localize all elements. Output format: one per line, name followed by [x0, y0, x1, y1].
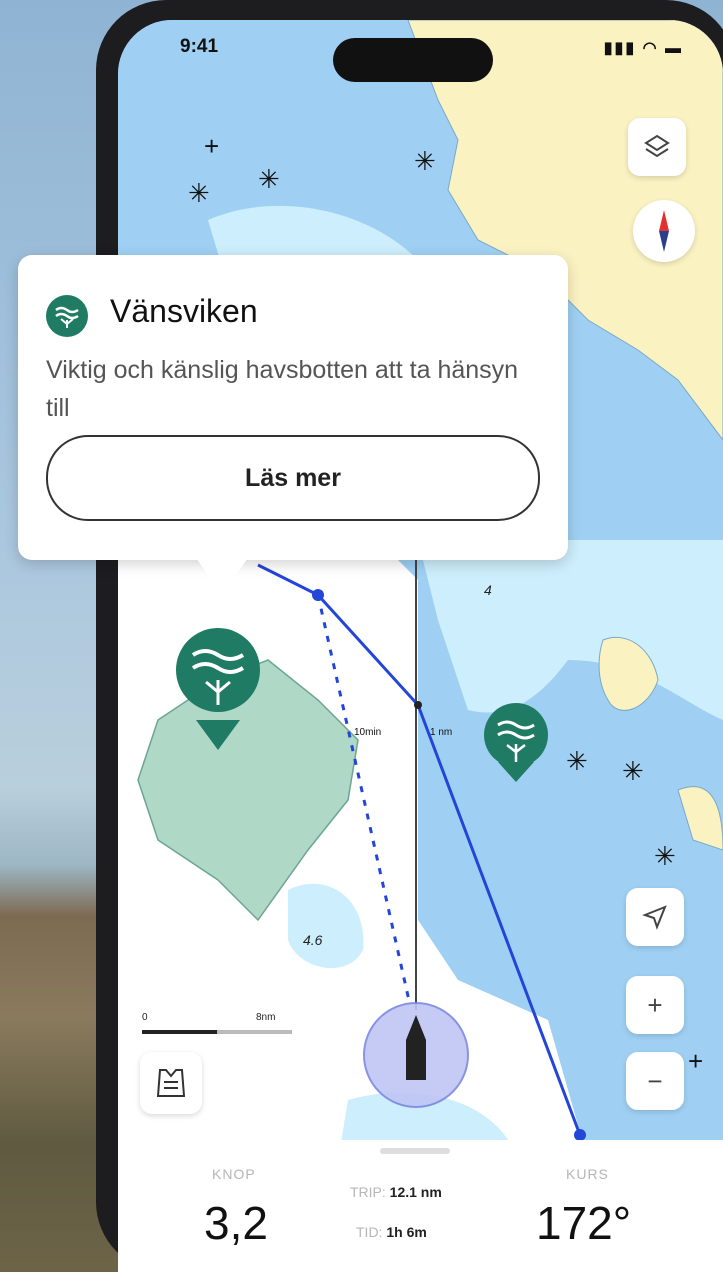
locate-icon	[642, 905, 667, 930]
layers-icon	[644, 134, 670, 158]
dynamic-island	[333, 38, 493, 82]
popup-pointer	[194, 555, 250, 595]
locate-button[interactable]	[626, 888, 684, 946]
compass-button[interactable]	[633, 200, 695, 262]
course-label: KURS	[566, 1166, 609, 1182]
status-icons: ▮▮▮ ◠ ▬	[603, 40, 683, 57]
protected-area-icon	[46, 295, 88, 337]
zoom-in-icon: +	[647, 989, 663, 1020]
trip-row: TRIP: 12.1 nm	[350, 1184, 442, 1200]
speed-value: 3,2	[204, 1197, 268, 1249]
popup-description: Viktig och känslig havsbotten att ta hän…	[46, 356, 519, 422]
layers-button[interactable]	[628, 118, 686, 176]
scale-end: 8nm	[256, 1012, 276, 1023]
svg-text:+: +	[688, 1046, 703, 1076]
svg-text:+: +	[204, 131, 219, 161]
time-label: TID:	[356, 1224, 383, 1240]
time-row: TID: 1h 6m	[356, 1224, 427, 1240]
svg-text:✳: ✳	[622, 756, 644, 786]
scale-start: 0	[142, 1012, 148, 1023]
zoom-out-icon: −	[647, 1065, 663, 1096]
drag-handle[interactable]	[380, 1148, 450, 1154]
route-distance-label: 1 nm	[430, 727, 452, 738]
course-value: 172°	[536, 1197, 632, 1249]
trip-value: 12.1 nm	[389, 1184, 442, 1200]
svg-text:4.6: 4.6	[303, 932, 323, 948]
svg-text:✳: ✳	[566, 746, 588, 776]
svg-text:✳: ✳	[414, 146, 436, 176]
life-vest-icon	[156, 1069, 186, 1097]
zoom-in-button[interactable]: +	[626, 976, 684, 1034]
read-more-button[interactable]: Läs mer	[46, 435, 540, 521]
popup-title: Vänsviken	[110, 293, 258, 329]
zoom-out-button[interactable]: −	[626, 1052, 684, 1110]
speed-label: KNOP	[212, 1166, 256, 1182]
compass-icon	[659, 210, 669, 252]
area-info-popup: Vänsviken Viktig och känslig havsbotten …	[18, 255, 568, 560]
status-time: 9:41	[180, 36, 219, 57]
svg-text:4: 4	[484, 582, 492, 598]
time-value: 1h 6m	[386, 1224, 427, 1240]
trip-label: TRIP:	[350, 1184, 386, 1200]
route-time-label: 10min	[354, 727, 381, 738]
svg-text:✳: ✳	[654, 841, 676, 871]
app-screen: 4 4.6 + ✳ ✳ ✳ ✳ ✳ ✳ + 10min 1 nm 9:41 ▮▮…	[118, 20, 723, 1272]
svg-text:✳: ✳	[258, 164, 280, 194]
svg-text:✳: ✳	[188, 178, 210, 208]
life-vest-button[interactable]	[140, 1052, 202, 1114]
